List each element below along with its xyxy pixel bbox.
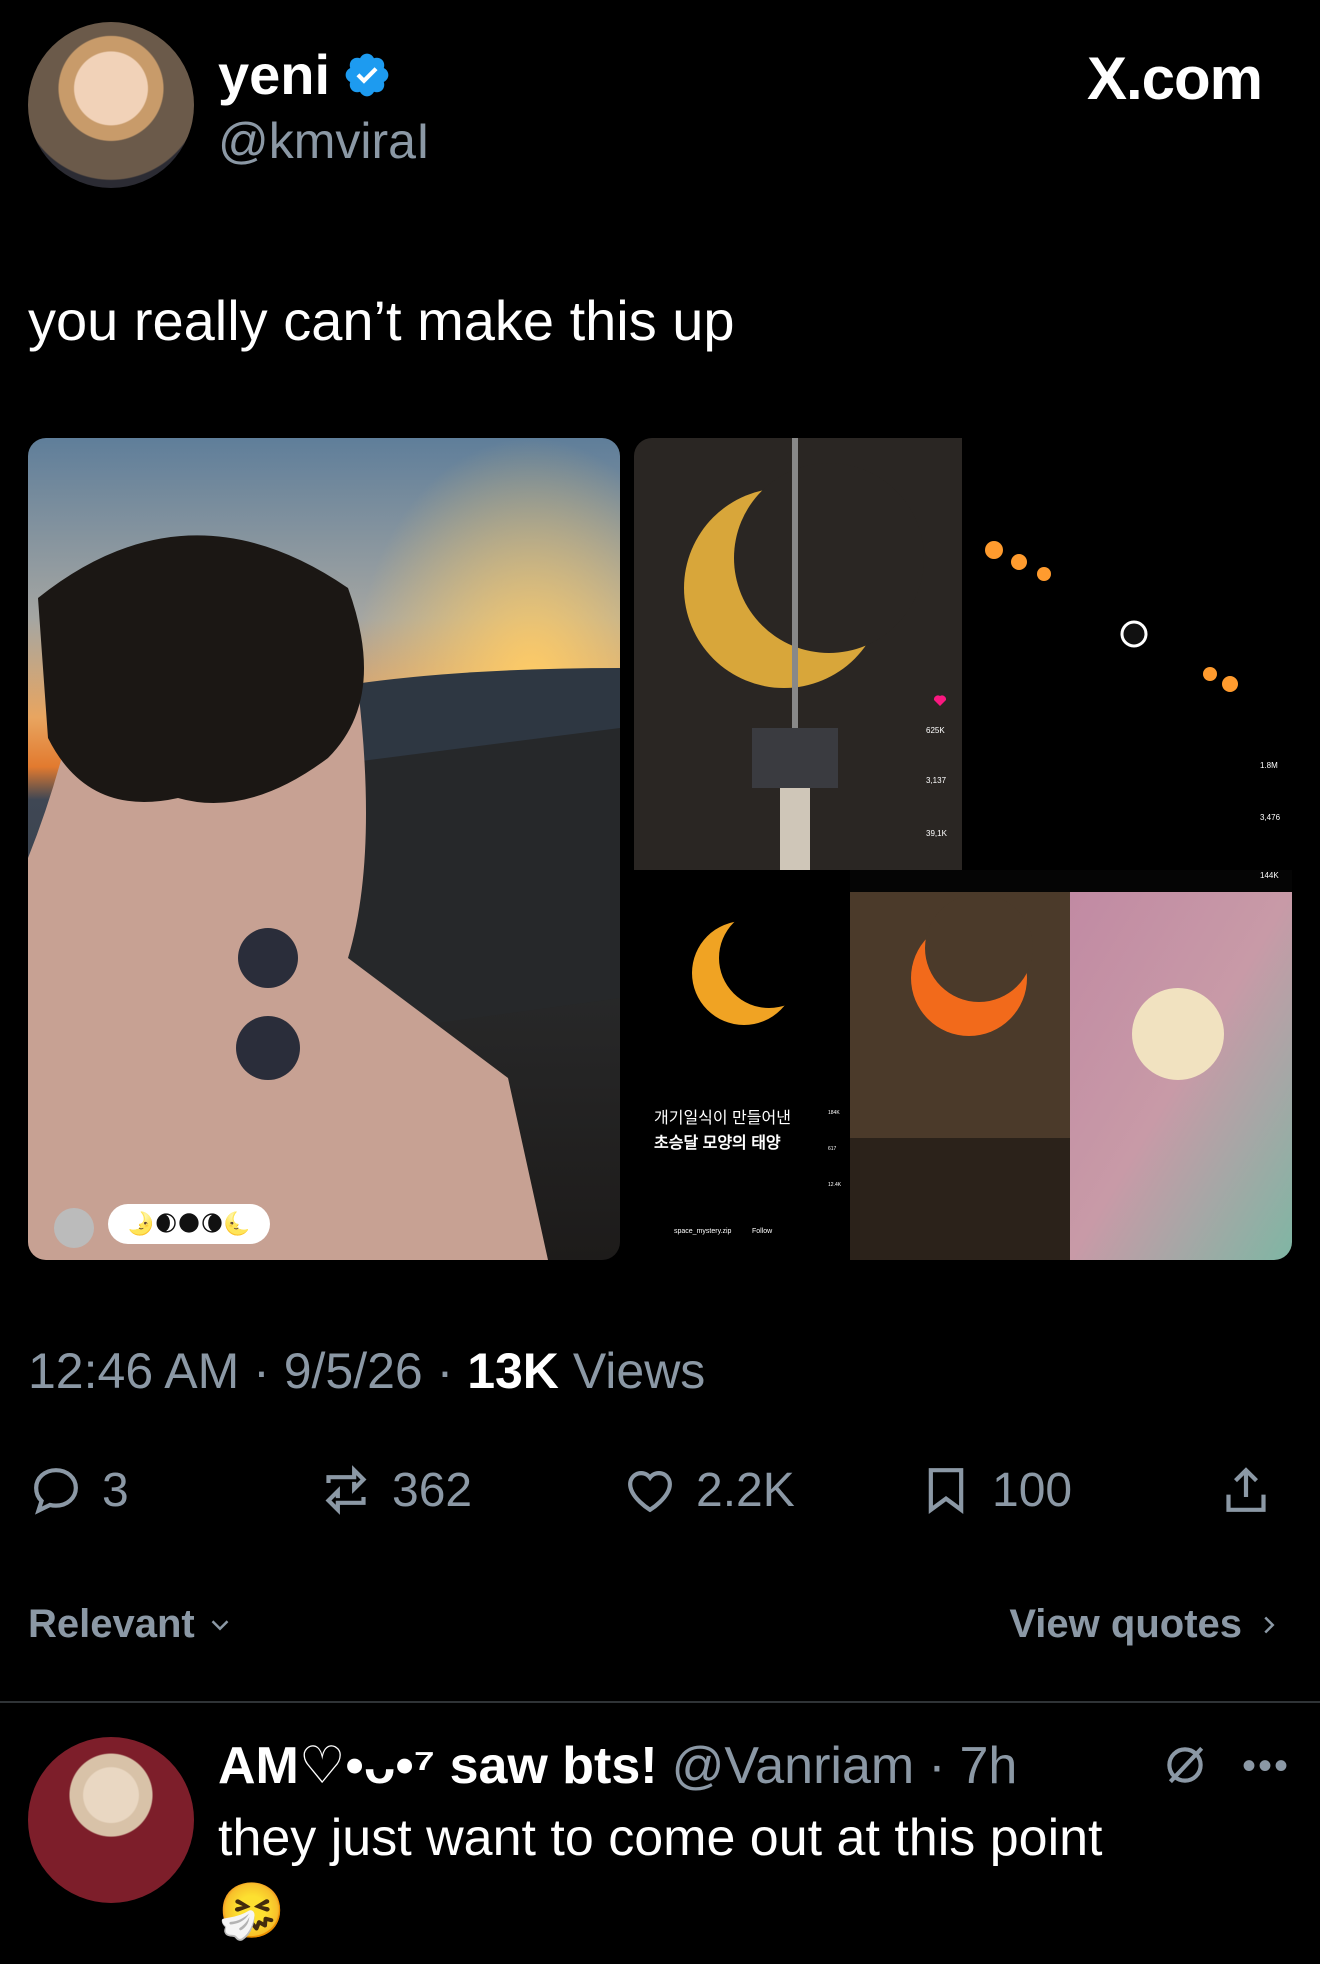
reply-separator: ·: [928, 1737, 946, 1795]
tweet-actions-bar: 3 362 2.2K 100: [28, 1450, 1292, 1530]
tile3-reposts: 12.4K: [828, 1182, 842, 1188]
reply-button[interactable]: 3: [28, 1450, 129, 1530]
reaction-avatar: [54, 1208, 94, 1248]
tweet-text: you really can’t make this up: [28, 289, 735, 352]
divider: [0, 1701, 1320, 1703]
view-quotes-link[interactable]: View quotes: [1009, 1602, 1284, 1647]
tile3-korean-line2: 초승달 모양의 태양: [654, 1133, 781, 1152]
share-icon: [1226, 1467, 1266, 1512]
heart-icon: [628, 1471, 672, 1513]
reply-count: 3: [102, 1463, 129, 1517]
tile1-likes: 625K: [926, 726, 945, 735]
reply-author-avatar[interactable]: [28, 1737, 194, 1903]
grok-icon[interactable]: [1160, 1740, 1210, 1790]
tile1-comments: 3,137: [926, 776, 947, 785]
tile1-reposts: 39,1K: [926, 829, 948, 838]
sunset-photo-illustration: [28, 438, 620, 1260]
reply-time[interactable]: 7h: [960, 1736, 1018, 1796]
repost-count: 362: [392, 1463, 473, 1517]
reply-text: they just want to come out at this point: [218, 1809, 1103, 1867]
author-avatar[interactable]: [28, 22, 194, 188]
chevron-down-icon: [211, 1619, 229, 1631]
reply-icon: [34, 1468, 78, 1515]
bookmark-count: 100: [992, 1463, 1073, 1517]
more-options-icon[interactable]: •••: [1242, 1744, 1290, 1789]
tweet-meta: 12:46 AM · 9/5/26 · 13K Views: [28, 1343, 706, 1399]
repost-button[interactable]: 362: [318, 1450, 472, 1530]
media-image-collage[interactable]: 625K 3,137 39,1K 1.8M 3,476 144K 개기일식이 만…: [634, 438, 1292, 1260]
tweet-time[interactable]: 12:46 AM: [28, 1343, 239, 1399]
tile3-comments: 617: [828, 1146, 837, 1152]
reply-emoji: 🤧: [218, 1881, 286, 1941]
tile2-likes: 1.8M: [1260, 761, 1278, 770]
like-button[interactable]: 2.2K: [622, 1450, 795, 1530]
tile2-reposts: 144K: [1260, 871, 1279, 880]
media-image-sunset[interactable]: [28, 438, 620, 1260]
author-name-row[interactable]: yeni: [218, 42, 392, 107]
brand-watermark: X.com: [1086, 45, 1263, 112]
tile3-likes: 184K: [828, 1110, 840, 1116]
tile3-korean-line1: 개기일식이 만들어낸: [654, 1109, 791, 1127]
view-quotes-label: View quotes: [1009, 1602, 1242, 1646]
tile3-follow: Follow: [752, 1228, 773, 1235]
reply-header: AM♡•ᴗ•⁷ saw bts! @Vanriam · 7h: [218, 1736, 1017, 1796]
verified-badge-icon: [345, 53, 389, 96]
sort-label: Relevant: [28, 1602, 195, 1646]
reply-author-handle[interactable]: @Vanriam: [672, 1736, 915, 1796]
tweet-date[interactable]: 9/5/26: [284, 1343, 423, 1399]
reply-author-name[interactable]: AM♡•ᴗ•⁷ saw bts!: [218, 1736, 658, 1796]
views-count: 13K: [467, 1343, 559, 1399]
bookmark-icon: [928, 1468, 964, 1514]
tile2-comments: 3,476: [1260, 813, 1281, 822]
chevron-right-icon: [1264, 1616, 1275, 1633]
author-display-name[interactable]: yeni: [218, 42, 330, 107]
reaction-emoji-bubble: 🌛🌒🌑🌘🌜: [108, 1204, 270, 1244]
share-button[interactable]: [1218, 1450, 1274, 1530]
repost-icon: [325, 1465, 367, 1515]
collage-illustration: 625K 3,137 39,1K 1.8M 3,476 144K 개기일식이 만…: [634, 438, 1292, 1260]
author-handle[interactable]: @kmviraI: [218, 112, 430, 170]
views-label: Views: [572, 1343, 706, 1399]
tile3-username: space_mystery.zip: [674, 1228, 732, 1235]
like-count: 2.2K: [696, 1463, 795, 1517]
bookmark-button[interactable]: 100: [918, 1450, 1072, 1530]
sort-relevant-dropdown[interactable]: Relevant: [28, 1602, 235, 1647]
